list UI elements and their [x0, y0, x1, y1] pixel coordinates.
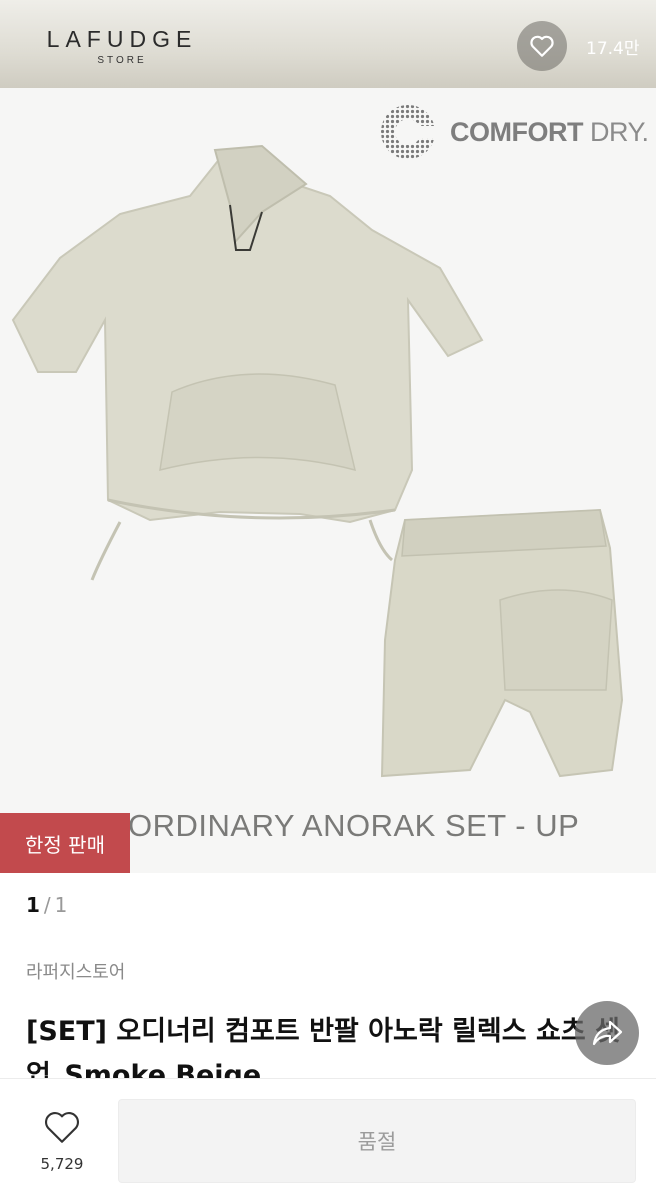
product-detail-page: LAFUDGE STORE 17.4만 COMFORT DRY. ORDINAR… — [0, 0, 656, 1200]
comfort-dry-light: DRY. — [590, 116, 649, 147]
like-button[interactable]: 5,729 — [24, 1109, 100, 1173]
comfort-dry-logo — [381, 105, 436, 159]
brand-name: LAFUDGE — [46, 26, 198, 52]
wishlist-count: 17.4만 — [586, 39, 640, 59]
store-name-link[interactable]: 라퍼지스토어 — [26, 958, 125, 984]
product-image[interactable]: LAFUDGE STORE 17.4만 COMFORT DRY. ORDINAR… — [0, 0, 656, 873]
heart-icon — [45, 1112, 79, 1143]
soldout-button[interactable]: 품절 — [118, 1099, 636, 1183]
brand-header: LAFUDGE STORE 17.4만 — [0, 0, 656, 88]
image-pager: 1/1 — [26, 893, 67, 917]
comfort-dry-badge: COMFORT DRY. — [380, 104, 649, 160]
pager-total: 1 — [54, 893, 68, 917]
bottom-action-bar: 5,729 품절 — [0, 1078, 656, 1200]
brand-logo[interactable]: LAFUDGE STORE — [32, 26, 212, 66]
heart-icon — [530, 35, 554, 57]
brand-sub: STORE — [97, 55, 147, 66]
pager-separator: / — [43, 893, 51, 917]
comfort-dry-text: COMFORT DRY. — [450, 117, 649, 148]
wishlist-button[interactable] — [517, 21, 567, 71]
like-count: 5,729 — [40, 1155, 84, 1173]
comfort-dry-bold: COMFORT — [450, 116, 583, 147]
pager-current: 1 — [26, 893, 40, 917]
share-icon — [592, 1020, 623, 1046]
image-caption: ORDINARY ANORAK SET - UP — [128, 808, 580, 843]
limited-sale-badge: 한정 판매 — [0, 813, 130, 873]
share-button[interactable] — [575, 1001, 639, 1065]
